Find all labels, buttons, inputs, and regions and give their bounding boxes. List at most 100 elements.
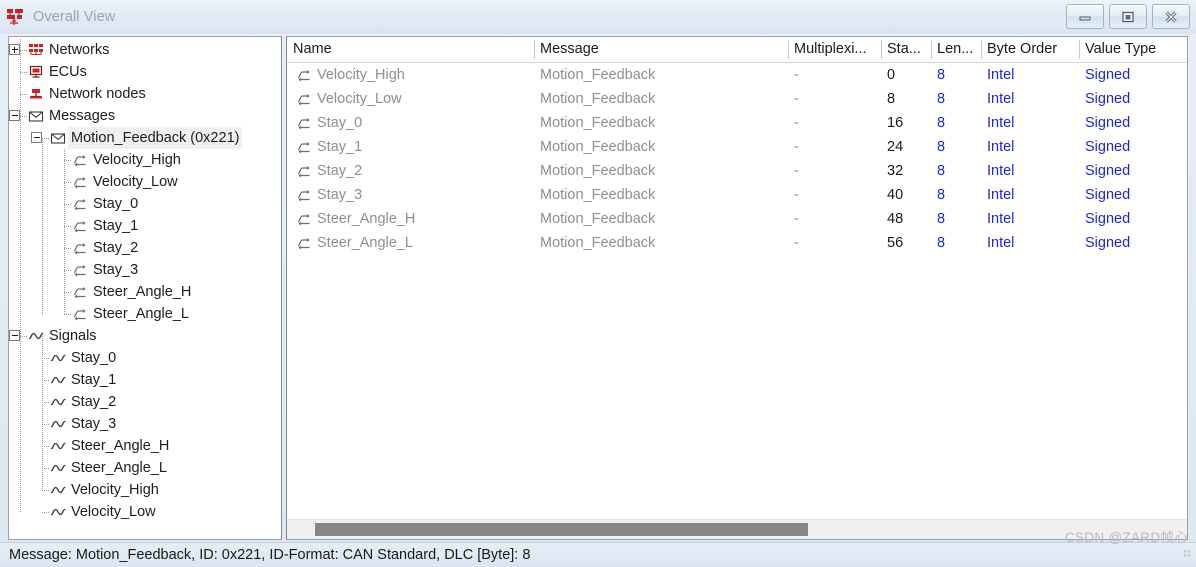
cell-start: 16 bbox=[887, 115, 904, 131]
tree-node[interactable]: Velocity_High bbox=[9, 149, 281, 171]
signal-table-panel[interactable]: Name Message Multiplexi... Sta... Len... Byte… bbox=[286, 36, 1188, 540]
tree-node-label: Steer_Angle_H bbox=[71, 438, 170, 454]
cell-len: 8 bbox=[937, 67, 946, 83]
tree-node[interactable]: Stay_1 bbox=[9, 215, 281, 237]
table-row[interactable]: Stay_0 Motion_Feedback - 16 8 Intel Signed bbox=[287, 111, 1187, 135]
tree-node-label: Stay_0 bbox=[93, 196, 139, 212]
tree-node[interactable]: Velocity_High bbox=[9, 479, 281, 501]
tree-node-label: Steer_Angle_L bbox=[93, 306, 189, 322]
tree-node-label: Stay_2 bbox=[93, 240, 139, 256]
tree-node-label: Network nodes bbox=[49, 86, 146, 102]
collapse-toggle-icon[interactable] bbox=[9, 110, 20, 121]
table-row[interactable]: Steer_Angle_H Motion_Feedback - 48 8 Intel Sig… bbox=[287, 207, 1187, 231]
tree-node[interactable]: Steer_Angle_H bbox=[9, 435, 281, 457]
cell-vtype: Signed bbox=[1085, 187, 1131, 203]
tree-node[interactable]: Stay_3 bbox=[9, 259, 281, 281]
table-row[interactable]: Velocity_High Motion_Feedback - 0 8 Intel Sign… bbox=[287, 63, 1187, 87]
cell-mux: - bbox=[794, 67, 799, 83]
tree-node[interactable]: Steer_Angle_L bbox=[9, 303, 281, 325]
tree-node[interactable]: Stay_2 bbox=[9, 237, 281, 259]
tree-node[interactable]: Steer_Angle_H bbox=[9, 281, 281, 303]
cell-mux: - bbox=[794, 211, 799, 227]
column-header-name[interactable]: Name bbox=[287, 37, 534, 62]
column-divider[interactable] bbox=[788, 40, 789, 59]
tree-node[interactable]: Velocity_Low bbox=[9, 501, 281, 523]
column-header-len[interactable]: Len... bbox=[931, 37, 981, 62]
tree-connector bbox=[42, 512, 49, 514]
cell-len: 8 bbox=[937, 187, 946, 203]
scrollbar-thumb[interactable] bbox=[315, 523, 808, 536]
table-row[interactable]: Steer_Angle_L Motion_Feedback - 56 8 Intel Sig… bbox=[287, 231, 1187, 255]
cell-order: Intel bbox=[987, 235, 1015, 251]
tree-node-label: Messages bbox=[49, 108, 116, 124]
cell-order: Intel bbox=[987, 91, 1015, 107]
tree-node-label: ECUs bbox=[49, 64, 87, 80]
tree-connector bbox=[64, 314, 71, 316]
signal-wave-icon bbox=[50, 394, 66, 410]
table-row[interactable]: Stay_2 Motion_Feedback - 32 8 Intel Signed bbox=[287, 159, 1187, 183]
tree-node-label: Signals bbox=[49, 328, 97, 344]
expand-toggle-icon[interactable] bbox=[9, 44, 20, 55]
cell-start: 32 bbox=[887, 163, 904, 179]
tree-node-label: Stay_0 bbox=[71, 350, 117, 366]
tree-node[interactable]: Network nodes bbox=[9, 83, 281, 105]
tree-node-label: Steer_Angle_L bbox=[71, 460, 167, 476]
object-tree[interactable]: Networks ECUs Network nodes Messages Motion_… bbox=[9, 37, 281, 523]
close-icon bbox=[1165, 10, 1177, 23]
table-row[interactable]: Stay_1 Motion_Feedback - 24 8 Intel Signed bbox=[287, 135, 1187, 159]
cell-msg: Motion_Feedback bbox=[540, 91, 656, 107]
tree-node-label: Steer_Angle_H bbox=[93, 284, 192, 300]
watermark-dots-icon bbox=[1184, 546, 1194, 557]
cell-name: Stay_3 bbox=[317, 187, 363, 203]
tree-node[interactable]: Signals bbox=[9, 325, 281, 347]
cell-mux: - bbox=[794, 163, 799, 179]
cell-len: 8 bbox=[937, 211, 946, 227]
column-divider[interactable] bbox=[981, 40, 982, 59]
tree-node[interactable]: Steer_Angle_L bbox=[9, 457, 281, 479]
tree-node[interactable]: Networks bbox=[9, 39, 281, 61]
tree-node[interactable]: Stay_2 bbox=[9, 391, 281, 413]
mapped-signal-icon bbox=[72, 218, 88, 234]
table-row[interactable]: Stay_3 Motion_Feedback - 40 8 Intel Signed bbox=[287, 183, 1187, 207]
minimize-button[interactable] bbox=[1066, 4, 1104, 29]
column-divider[interactable] bbox=[1079, 40, 1080, 59]
column-divider[interactable] bbox=[931, 40, 932, 59]
column-divider[interactable] bbox=[881, 40, 882, 59]
message-icon bbox=[50, 130, 66, 146]
tree-panel[interactable]: Networks ECUs Network nodes Messages Motion_… bbox=[8, 36, 282, 540]
restore-icon bbox=[1122, 11, 1134, 22]
tree-node-label: Networks bbox=[49, 42, 110, 58]
cell-len: 8 bbox=[937, 139, 946, 155]
tree-node[interactable]: Stay_0 bbox=[9, 193, 281, 215]
network-node-icon bbox=[28, 86, 44, 102]
column-divider[interactable] bbox=[534, 40, 535, 59]
tree-node[interactable]: Stay_0 bbox=[9, 347, 281, 369]
status-bar: Message: Motion_Feedback, ID: 0x221, ID-… bbox=[0, 542, 1196, 567]
table-header-row[interactable]: Name Message Multiplexi... Sta... Len... Byte… bbox=[287, 37, 1187, 63]
column-header-msg[interactable]: Message bbox=[534, 37, 788, 62]
tree-node[interactable]: Stay_3 bbox=[9, 413, 281, 435]
tree-node[interactable]: Motion_Feedback (0x221) bbox=[9, 127, 281, 149]
cell-msg: Motion_Feedback bbox=[540, 235, 656, 251]
table-row[interactable]: Velocity_Low Motion_Feedback - 8 8 Intel Signe… bbox=[287, 87, 1187, 111]
tree-node[interactable]: Stay_1 bbox=[9, 369, 281, 391]
tree-node-label: Velocity_Low bbox=[71, 504, 156, 520]
restore-button[interactable] bbox=[1109, 4, 1147, 29]
tree-node[interactable]: ECUs bbox=[9, 61, 281, 83]
collapse-toggle-icon[interactable] bbox=[9, 330, 20, 341]
ecu-icon bbox=[28, 64, 44, 80]
column-header-vtype[interactable]: Value Type bbox=[1079, 37, 1187, 62]
title-bar[interactable]: Overall View bbox=[0, 0, 1196, 34]
cell-name: Velocity_Low bbox=[317, 91, 402, 107]
tree-node[interactable]: Velocity_Low bbox=[9, 171, 281, 193]
table-body[interactable]: Velocity_High Motion_Feedback - 0 8 Intel Sign… bbox=[287, 63, 1187, 255]
horizontal-scrollbar[interactable] bbox=[287, 519, 1187, 539]
column-header-mux[interactable]: Multiplexi... bbox=[788, 37, 881, 62]
collapse-toggle-icon[interactable] bbox=[31, 132, 42, 143]
cell-mux: - bbox=[794, 91, 799, 107]
tree-node-label: Stay_3 bbox=[93, 262, 139, 278]
close-button[interactable] bbox=[1152, 4, 1190, 29]
column-header-order[interactable]: Byte Order bbox=[981, 37, 1079, 62]
tree-node[interactable]: Messages bbox=[9, 105, 281, 127]
column-header-start[interactable]: Sta... bbox=[881, 37, 931, 62]
